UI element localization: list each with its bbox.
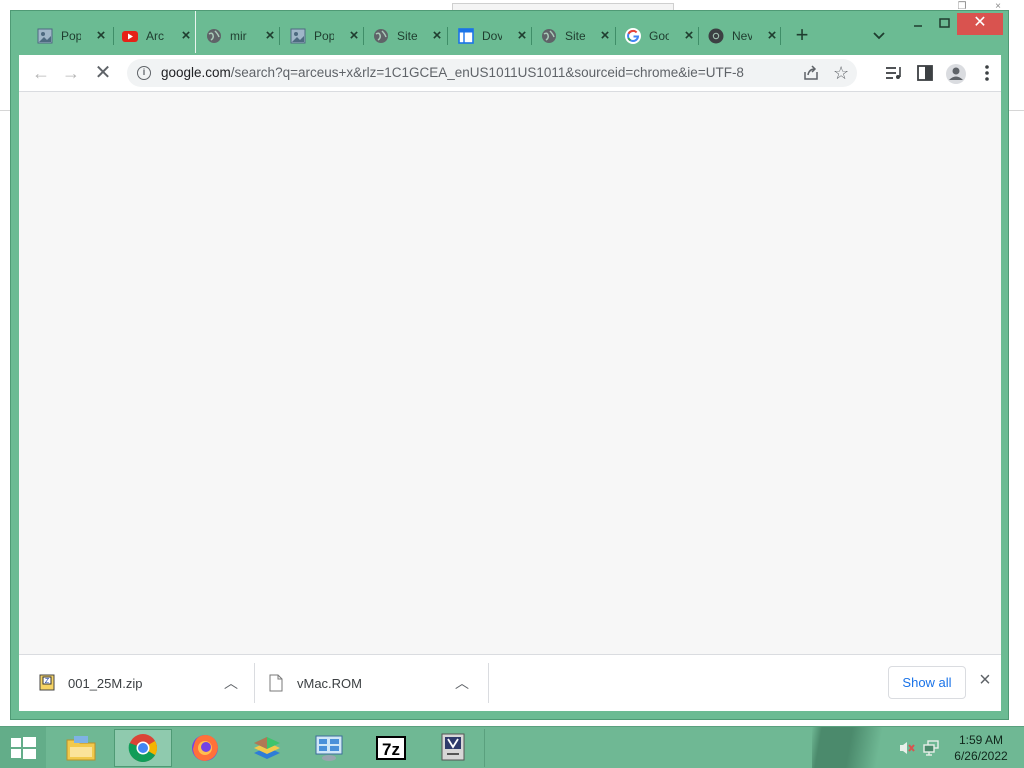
- tab-close-icon[interactable]: [516, 30, 528, 42]
- tab-close-icon[interactable]: [431, 30, 443, 42]
- tab-separator: [279, 27, 280, 45]
- tab[interactable]: Nev: [708, 23, 778, 49]
- tab-close-icon[interactable]: [348, 30, 360, 42]
- chevron-up-icon[interactable]: ︿: [452, 673, 472, 693]
- tab-close-icon[interactable]: [95, 30, 107, 42]
- stop-loading-button[interactable]: ✕: [93, 63, 113, 83]
- clock[interactable]: 1:59 AM 6/26/2022: [946, 732, 1016, 764]
- image-icon: [290, 28, 306, 44]
- tab-title: Dov: [482, 29, 502, 43]
- file-explorer-icon[interactable]: [52, 729, 110, 767]
- tab-title: Site: [565, 29, 585, 43]
- tab-separator: [531, 27, 532, 45]
- toolbar: ← → ✕ i google.com/search?q=arceus+x&rlz…: [19, 55, 1001, 91]
- start-button[interactable]: [0, 727, 46, 768]
- clock-date: 6/26/2022: [954, 749, 1008, 763]
- tab-separator: [447, 27, 448, 45]
- google-icon: [625, 28, 641, 44]
- taskbar-empty-area[interactable]: [484, 729, 804, 767]
- tab-title: Pop: [314, 29, 334, 43]
- file-icon: [268, 674, 284, 692]
- tab-separator: [113, 27, 114, 45]
- tab[interactable]: Site: [541, 23, 611, 49]
- firefox-icon[interactable]: [176, 729, 234, 767]
- tab-search-chevron-icon[interactable]: [871, 28, 887, 44]
- globe-icon: [541, 28, 557, 44]
- chrome-icon[interactable]: [114, 729, 172, 767]
- maximize-button[interactable]: [931, 13, 957, 35]
- bookmark-star-icon[interactable]: ☆: [833, 63, 849, 84]
- desktop-edge: [1008, 110, 1024, 111]
- svg-text:Z: Z: [45, 678, 50, 685]
- new-tab-button[interactable]: +: [791, 24, 813, 47]
- volume-muted-icon[interactable]: [898, 740, 916, 756]
- tab-title: Nev: [732, 29, 752, 43]
- tab[interactable]: mir: [206, 23, 276, 49]
- page-content-blank: [19, 91, 1001, 654]
- forward-button[interactable]: →: [61, 63, 81, 83]
- tab-separator: [615, 27, 616, 45]
- image-icon: [37, 28, 53, 44]
- tab-close-icon[interactable]: [264, 30, 276, 42]
- globe-icon: [206, 28, 222, 44]
- show-all-button[interactable]: Show all: [888, 666, 966, 699]
- control-panel-icon[interactable]: [300, 729, 358, 767]
- profile-avatar-icon[interactable]: [945, 63, 966, 84]
- svg-text:7z: 7z: [382, 740, 400, 759]
- drag-cursor-line: [195, 11, 196, 53]
- tab[interactable]: Pop: [37, 23, 107, 49]
- download-item[interactable]: Z 001_25M.zip ︿: [27, 663, 255, 703]
- chevron-up-icon[interactable]: ︿: [221, 673, 241, 693]
- tab-title: Site: [397, 29, 417, 43]
- clock-time: 1:59 AM: [958, 733, 1004, 747]
- kebab-menu-icon[interactable]: [977, 63, 997, 83]
- share-icon[interactable]: [803, 65, 819, 81]
- tab-close-icon[interactable]: [180, 30, 192, 42]
- browser-window: Pop Arc mir Pop: [10, 10, 1009, 720]
- tab-title: Arc: [146, 29, 164, 43]
- download-item[interactable]: vMac.ROM ︿: [256, 663, 489, 703]
- youtube-icon: [122, 28, 138, 44]
- taskbar: 7z 1:59 AM 6/26/2022: [0, 726, 1024, 768]
- tab-strip: Pop Arc mir Pop: [11, 11, 1008, 55]
- url-host: google.com: [161, 65, 231, 80]
- back-button[interactable]: ←: [31, 63, 51, 83]
- tab-close-icon[interactable]: [766, 30, 778, 42]
- tab-separator: [698, 27, 699, 45]
- url-text[interactable]: google.com/search?q=arceus+x&rlz=1C1GCEA…: [161, 65, 744, 80]
- tab[interactable]: Pop: [290, 23, 360, 49]
- 7zip-icon[interactable]: 7z: [362, 729, 420, 767]
- close-window-button[interactable]: ✕: [957, 13, 1003, 35]
- downloads-bar: Z 001_25M.zip ︿ vMac.ROM ︿ Show all ×: [19, 654, 1001, 711]
- url-path: /search?q=arceus+x&rlz=1C1GCEA_enUS1011U…: [230, 65, 744, 80]
- vmac-icon[interactable]: [424, 729, 482, 767]
- globe-icon: [373, 28, 389, 44]
- tab[interactable]: Goo: [625, 23, 695, 49]
- side-panel-icon[interactable]: [915, 63, 935, 83]
- tab[interactable]: Dov: [458, 23, 528, 49]
- minimize-button[interactable]: [905, 13, 931, 35]
- chrome-icon: [708, 28, 724, 44]
- zip-file-icon: Z: [39, 674, 55, 692]
- tab-separator: [780, 27, 781, 45]
- tab[interactable]: Arc: [122, 23, 192, 49]
- site-info-icon[interactable]: i: [137, 66, 151, 80]
- tab[interactable]: Site: [373, 23, 443, 49]
- tab-close-icon[interactable]: [599, 30, 611, 42]
- reading-list-icon[interactable]: [883, 63, 903, 83]
- tab-separator: [363, 27, 364, 45]
- network-icon[interactable]: [922, 740, 940, 756]
- system-tray: 1:59 AM 6/26/2022: [812, 727, 1024, 768]
- bluestacks-icon[interactable]: [238, 729, 296, 767]
- close-downloads-icon[interactable]: ×: [975, 670, 995, 691]
- download-filename: vMac.ROM: [297, 676, 362, 691]
- window-icon: [458, 28, 474, 44]
- tab-title: Pop: [61, 29, 81, 43]
- address-bar[interactable]: i google.com/search?q=arceus+x&rlz=1C1GC…: [127, 59, 857, 87]
- tab-close-icon[interactable]: [683, 30, 695, 42]
- download-filename: 001_25M.zip: [68, 676, 143, 691]
- tab-title: Goo: [649, 29, 669, 43]
- tab-title: mir: [230, 29, 247, 43]
